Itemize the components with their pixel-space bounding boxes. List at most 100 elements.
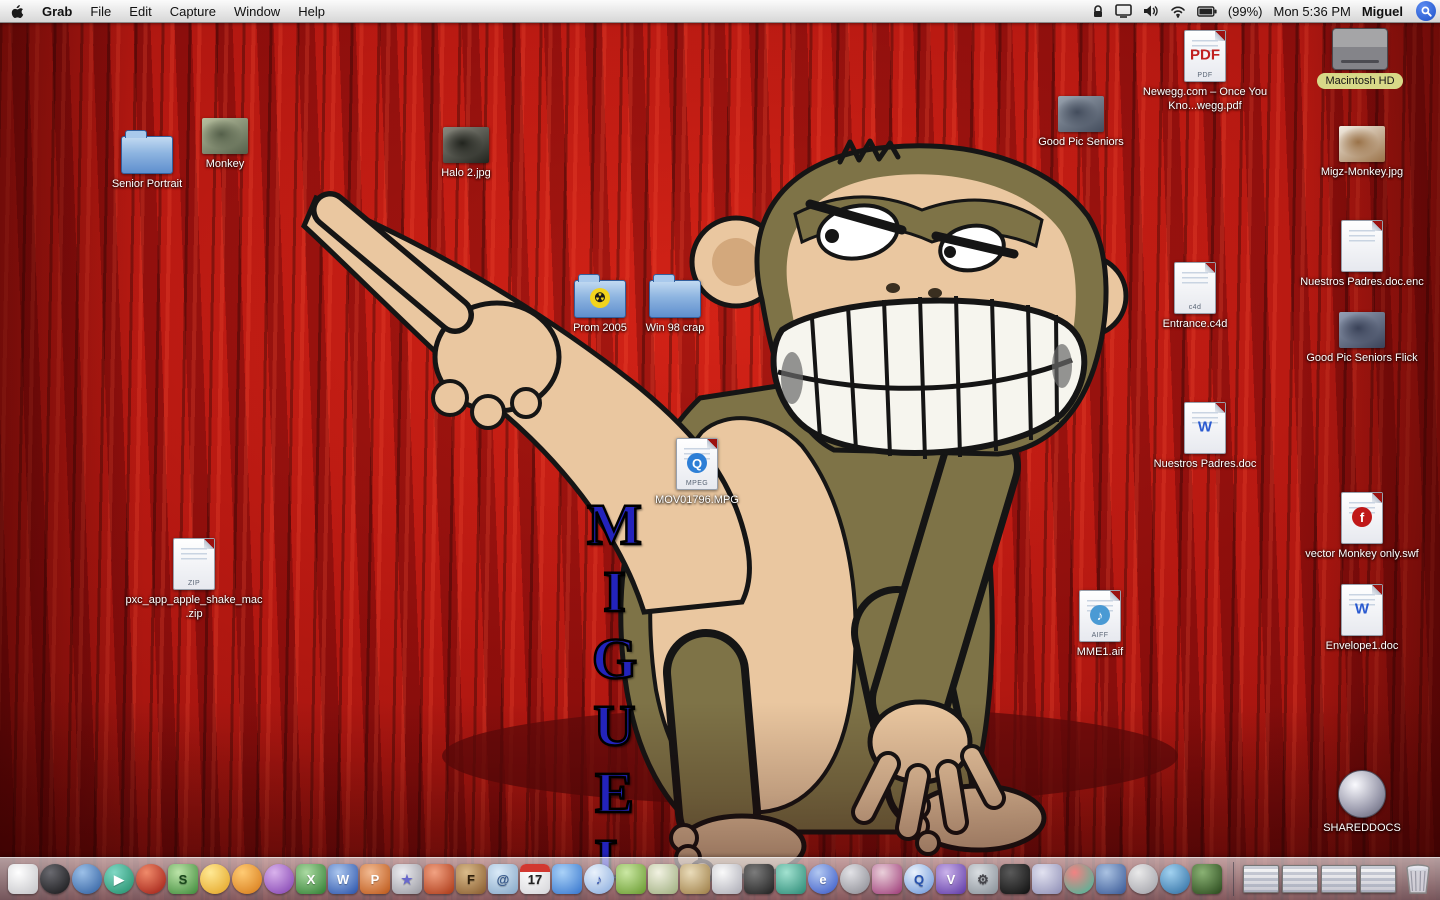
dock-item-installer[interactable]: V (936, 864, 966, 894)
desktop-icon-pxc-app-apple-shake-zip[interactable]: ZIP pxc_app_apple_shake_mac.zip (124, 538, 264, 622)
dock-minimized-windows (1243, 865, 1396, 893)
minimized-window-2[interactable] (1282, 865, 1318, 893)
display-icon[interactable] (1115, 4, 1132, 18)
dock-item-art-app[interactable] (872, 864, 902, 894)
minimized-window-3[interactable] (1321, 865, 1357, 893)
dock-item-excel[interactable]: X (296, 864, 326, 894)
menu-clock[interactable]: Mon 5:36 PM (1274, 4, 1351, 19)
dock-item-limewire[interactable] (616, 864, 646, 894)
image-icon (1339, 126, 1385, 162)
desktop-icon-mov01796-mpg[interactable]: Q MPEG MOV01796.MPG (627, 438, 767, 507)
desktop-icon-halo-2[interactable]: Halo 2.jpg (396, 127, 536, 180)
word-glyph: W (336, 871, 350, 887)
file-badge: Q (687, 453, 707, 473)
icon-label: Migz-Monkey.jpg (1320, 166, 1404, 178)
battery-icon[interactable] (1196, 5, 1217, 17)
dock-item-imovie[interactable] (712, 864, 742, 894)
apple-menu[interactable] (10, 3, 24, 19)
font-book-glyph: F (467, 871, 475, 887)
desktop-icon-entrance-c4d[interactable]: c4d Entrance.c4d (1125, 262, 1265, 331)
icon-label: Nuestros Padres.doc.enc (1300, 276, 1424, 288)
dock-item-color-wheel[interactable] (1064, 864, 1094, 894)
dock-item-iphoto[interactable] (648, 864, 678, 894)
dock-item-ical[interactable]: 17 (520, 864, 550, 894)
menu-item-file[interactable]: File (90, 4, 111, 19)
dock-item-terminal[interactable] (1000, 864, 1030, 894)
desktop-icon-envelope1-doc[interactable]: W Envelope1.doc (1292, 584, 1432, 653)
dock-item-system-preferences[interactable]: ⚙ (968, 864, 998, 894)
desktop-icon-macintosh-hd[interactable]: Macintosh HD (1290, 28, 1430, 90)
dock-item-sherlock[interactable] (1160, 864, 1190, 894)
desktop-icon-win-98-crap[interactable]: Win 98 crap (605, 272, 745, 335)
dock-item-itunes[interactable]: ♪ (584, 864, 614, 894)
active-app-name[interactable]: Grab (42, 4, 72, 19)
dock-item-realplayer[interactable] (136, 864, 166, 894)
desktop-icon-nuestros-padres-enc[interactable]: Nuestros Padres.doc.enc (1292, 220, 1432, 289)
desktop-icon-good-pic-seniors[interactable]: Good Pic Seniors (1011, 96, 1151, 149)
desktop-icon-vector-monkey-swf[interactable]: f vector Monkey only.swf (1292, 492, 1432, 561)
menu-list: File Edit Capture Window Help (90, 4, 325, 19)
dock-item-internet-explorer[interactable]: e (808, 864, 838, 894)
lock-icon[interactable] (1092, 4, 1104, 19)
icon-label: Monkey (205, 158, 245, 170)
icon-label: vector Monkey only.swf (1305, 548, 1419, 560)
dock-item-appleworks[interactable] (8, 864, 38, 894)
dock-item-dvd-player[interactable] (40, 864, 70, 894)
trash-icon[interactable] (1404, 863, 1432, 895)
dock-item-address-book[interactable] (680, 864, 710, 894)
menu-item-window[interactable]: Window (234, 4, 280, 19)
menu-item-edit[interactable]: Edit (129, 4, 151, 19)
installer-glyph: V (946, 871, 956, 887)
dock-item-aim[interactable] (232, 864, 262, 894)
desktop-icon-migz-monkey[interactable]: Migz-Monkey.jpg (1292, 126, 1432, 179)
dock-item-toast[interactable] (424, 864, 454, 894)
dock-item-flower-app[interactable] (264, 864, 294, 894)
dock-item-word[interactable]: W (328, 864, 358, 894)
desktop-icon-good-pic-seniors-flick[interactable]: Good Pic Seniors Flick (1292, 312, 1432, 365)
wifi-icon[interactable] (1170, 5, 1186, 18)
volume-icon[interactable] (1143, 4, 1159, 18)
dock-item-final-cut[interactable] (744, 864, 774, 894)
folder-icon (649, 274, 701, 318)
dock-item-quicktime-tv[interactable]: ▶ (104, 864, 134, 894)
dock-item-chart-app[interactable] (1096, 864, 1126, 894)
dock-item-font-book[interactable]: F (456, 864, 486, 894)
desktop-icon-nuestros-padres-doc[interactable]: W Nuestros Padres.doc (1135, 402, 1275, 471)
icon-label: Halo 2.jpg (441, 167, 491, 179)
icon-label: Win 98 crap (645, 322, 705, 334)
menu-item-help[interactable]: Help (298, 4, 325, 19)
dock-item-media-app[interactable] (1192, 864, 1222, 894)
fast-user-switch-menu[interactable]: Miguel (1362, 4, 1403, 19)
icon-label: Good Pic Seniors (1038, 136, 1124, 148)
spotlight-icon[interactable] (1416, 1, 1436, 21)
menu-item-capture[interactable]: Capture (170, 4, 216, 19)
dock-item-internet-globe[interactable] (72, 864, 102, 894)
dock-item-disk-utility[interactable] (840, 864, 870, 894)
dock-item-dreamweaver[interactable] (776, 864, 806, 894)
dock-item-stuffit[interactable]: S (168, 864, 198, 894)
file-icon: c4d (1174, 262, 1216, 314)
desktop-icon-layer: Senior Portrait Monkey Halo 2.jpg ☢ Prom 200… (0, 0, 1440, 900)
mail-glyph: @ (496, 871, 510, 887)
desktop-icon-shareddocs[interactable]: SHAREDDOCS (1292, 770, 1432, 835)
desktop-icon-newegg-pdf[interactable]: PDF PDF Newegg.com – Once You Kno...wegg.p… (1135, 30, 1275, 114)
calendar-header (520, 864, 550, 872)
dock-item-smiley-app[interactable] (200, 864, 230, 894)
desktop-icon-mme1-aif[interactable]: ♪ AIFF MME1.aif (1030, 590, 1170, 659)
dock-item-quicktime[interactable]: Q (904, 864, 934, 894)
dock-item-preview[interactable] (1032, 864, 1062, 894)
dock-separator (1233, 862, 1234, 896)
dock-item-powerpoint[interactable]: P (360, 864, 390, 894)
dock-item-ichat[interactable] (552, 864, 582, 894)
dock: ▶ S X W P ★ F @17 ♪ e Q V ⚙ (0, 857, 1440, 900)
image-icon (443, 127, 489, 163)
dock-item-imovie-star[interactable]: ★ (392, 864, 422, 894)
minimized-window-1[interactable] (1243, 865, 1279, 893)
system-preferences-glyph: ⚙ (977, 871, 989, 887)
dock-item-gear-app[interactable] (1128, 864, 1158, 894)
dock-item-mail[interactable]: @ (488, 864, 518, 894)
minimized-window-4[interactable] (1360, 865, 1396, 893)
image-icon (1058, 96, 1104, 132)
menu-bar: Grab File Edit Capture Window Help (99%) Mon… (0, 0, 1440, 23)
desktop-icon-monkey[interactable]: Monkey (155, 118, 295, 171)
